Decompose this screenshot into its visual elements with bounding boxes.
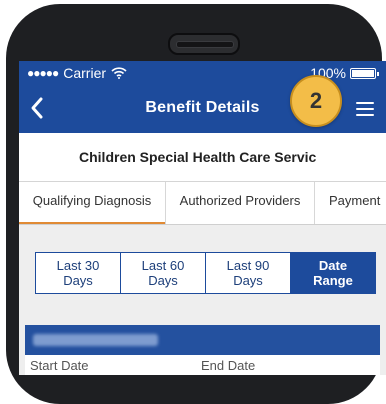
last-60-days-button[interactable]: Last 60 Days <box>121 253 206 293</box>
range-label-line1: Date <box>318 258 348 273</box>
end-date-label: End Date <box>201 358 256 373</box>
tab-payment[interactable]: Payment <box>315 182 386 224</box>
battery-icon <box>350 67 379 79</box>
range-label-line2: Days <box>148 273 178 288</box>
program-name: Children Special Health Care Servic <box>79 149 317 165</box>
hamburger-menu-icon[interactable] <box>356 102 374 116</box>
signal-dots-icon: ●●●●● <box>27 66 59 80</box>
program-header: Children Special Health Care Servic <box>19 133 386 182</box>
range-label-line1: Last 30 <box>56 258 100 273</box>
tab-authorized-providers[interactable]: Authorized Providers <box>166 182 314 224</box>
date-labels-row: Start Date End Date <box>25 355 380 375</box>
start-date-label: Start Date <box>30 358 89 373</box>
range-label-line1: Last 90 <box>226 258 270 273</box>
range-label-line2: Range <box>313 273 353 288</box>
redacted-text <box>33 334 158 346</box>
date-range-button[interactable]: Date Range <box>291 253 375 293</box>
result-card-header <box>25 325 380 355</box>
range-label-line2: Days <box>63 273 93 288</box>
range-label-line1: Last 60 <box>141 258 185 273</box>
tab-qualifying-diagnosis[interactable]: Qualifying Diagnosis <box>19 182 165 224</box>
date-range-selector: Last 30 Days Last 60 Days Last 90 Days D… <box>35 252 376 294</box>
content-area: Last 30 Days Last 60 Days Last 90 Days D… <box>19 225 386 375</box>
last-30-days-button[interactable]: Last 30 Days <box>36 253 121 293</box>
carrier-name: Carrier <box>63 65 107 81</box>
detail-tabs: Qualifying Diagnosis Authorized Provider… <box>19 182 386 225</box>
wifi-icon <box>111 67 127 79</box>
last-90-days-button[interactable]: Last 90 Days <box>206 253 291 293</box>
range-label-line2: Days <box>233 273 263 288</box>
step-number-badge: 2 <box>290 75 342 127</box>
earpiece-speaker <box>168 33 240 55</box>
